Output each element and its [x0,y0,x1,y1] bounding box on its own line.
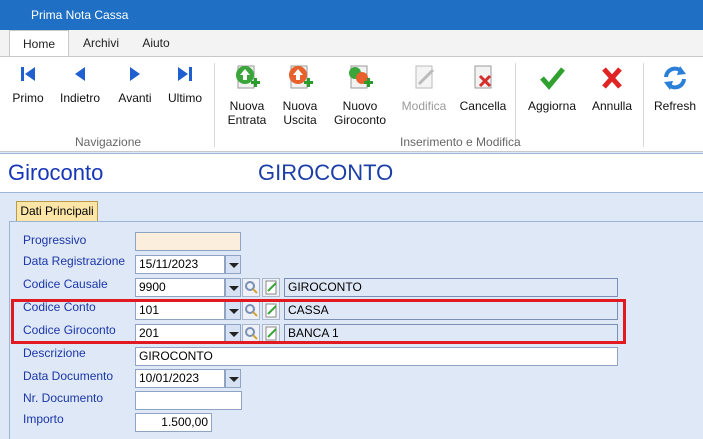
update-button[interactable]: Aggiorna [524,63,580,113]
first-label: Primo [12,91,44,105]
progressivo-label: Progressivo [23,233,87,247]
cancel-button[interactable]: Annulla [588,63,636,113]
data-registrazione-label: Data Registrazione [23,254,126,268]
last-label: Ultimo [167,91,202,105]
modify-icon [415,65,435,89]
new-expense-button[interactable]: Nuova Uscita [278,63,322,127]
new-income-label-1: Nuova [229,99,265,113]
new-income-label-2: Entrata [227,113,267,127]
new-expense-icon [289,65,313,89]
checkmark-icon [540,67,565,90]
codice-causale-label: Codice Causale [23,277,108,291]
ribbon-tabs: Home Archivi Aiuto [0,30,703,56]
modify-button[interactable]: Modifica [399,63,449,113]
descrizione-field[interactable]: GIROCONTO [135,347,618,366]
nr-documento-field[interactable] [135,391,242,410]
close-icon [602,67,622,89]
delete-icon [474,65,492,89]
importo-label: Importo [23,412,64,426]
title-bar: Prima Nota Cassa [0,0,703,30]
descrizione-label: Descrizione [23,346,86,360]
codice-causale-field[interactable]: 9900 [135,278,225,297]
data-registrazione-field[interactable]: 15/11/2023 [135,255,225,274]
new-expense-label-1: Nuova [282,99,318,113]
separator [643,63,644,147]
new-expense-label-2: Uscita [283,113,317,127]
data-documento-dropdown[interactable] [225,369,241,388]
data-documento-label: Data Documento [23,369,114,383]
edit-group-label: Inserimento e Modifica [400,135,521,149]
new-transfer-label-2: Giroconto [333,113,387,127]
importo-field[interactable]: 1.500,00 [135,413,212,432]
tab-home[interactable]: Home [9,30,69,56]
form-title: Giroconto [8,160,104,185]
codice-causale-dropdown[interactable] [225,278,241,297]
last-icon [178,67,192,81]
prev-button[interactable]: Indietro [56,63,104,105]
ribbon: Primo Indietro Avanti Ultimo Navigazione… [0,56,703,152]
new-income-icon [236,65,260,89]
progressivo-field[interactable] [135,232,241,251]
next-button[interactable]: Avanti [114,63,156,105]
codice-causale-description: GIROCONTO [284,278,618,297]
last-button[interactable]: Ultimo [164,63,206,105]
nav-group-label: Navigazione [75,135,142,149]
refresh-icon [664,66,686,90]
edit-icon [265,280,277,295]
separator [214,63,215,147]
codice-causale-search-button[interactable] [242,278,260,297]
first-button[interactable]: Primo [8,63,48,105]
form-header: Giroconto GIROCONTO [0,153,703,193]
refresh-button[interactable]: Refresh [651,63,699,113]
first-icon [21,67,35,81]
new-income-button[interactable]: Nuova Entrata [224,63,270,127]
nr-documento-label: Nr. Documento [23,391,104,405]
data-registrazione-dropdown[interactable] [225,255,241,274]
next-icon [130,67,140,81]
modify-label: Modifica [401,99,447,113]
delete-label: Cancella [459,99,507,113]
refresh-label: Refresh [653,99,697,113]
form-subtitle: GIROCONTO [258,160,394,185]
new-transfer-icon [349,65,373,89]
tab-dati-principali[interactable]: Dati Principali [16,201,98,222]
next-label: Avanti [118,91,152,105]
data-documento-field[interactable]: 10/01/2023 [135,369,225,388]
tab-aiuto[interactable]: Aiuto [132,30,180,56]
highlight-box [11,299,626,344]
cancel-label: Annulla [591,99,633,113]
codice-causale-edit-button[interactable] [262,278,280,297]
prev-label: Indietro [59,91,101,105]
delete-button[interactable]: Cancella [458,63,508,113]
new-transfer-button[interactable]: Nuovo Giroconto [330,63,390,127]
window-title: Prima Nota Cassa [31,8,129,22]
prev-icon [75,67,85,81]
search-icon [245,281,258,294]
new-transfer-label-1: Nuovo [342,99,378,113]
update-label: Aggiorna [527,99,577,113]
tab-archivi[interactable]: Archivi [72,30,130,56]
